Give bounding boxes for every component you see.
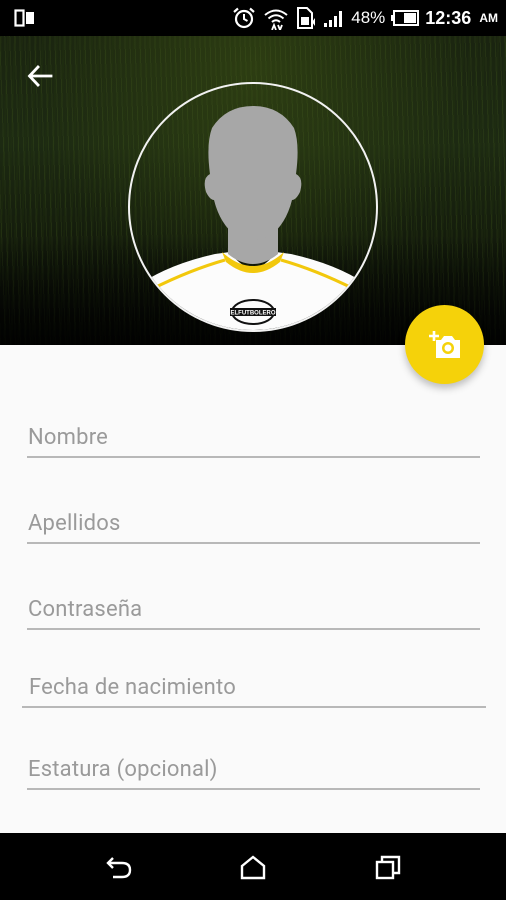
clock-ampm: AM (479, 11, 498, 25)
nav-back-button[interactable] (105, 853, 133, 881)
navigation-bar (0, 833, 506, 900)
nav-home-icon (240, 855, 266, 880)
add-photo-camera-icon (428, 330, 460, 358)
contrasena-field[interactable]: Contraseña (27, 584, 480, 630)
nav-recents-icon (375, 855, 401, 880)
estatura-field[interactable]: Estatura (opcional) (27, 744, 480, 790)
contrasena-label: Contraseña (28, 597, 143, 622)
arrow-back-icon (27, 65, 53, 87)
nav-home-button[interactable] (239, 853, 267, 881)
apellidos-label: Apellidos (28, 511, 121, 536)
avatar[interactable]: ELFUTBOLERO (128, 82, 378, 332)
back-button[interactable] (22, 58, 58, 94)
avatar-badge-text: ELFUTBOLERO (231, 311, 276, 317)
nav-back-icon (106, 857, 132, 879)
add-photo-button[interactable] (405, 305, 484, 384)
signal-icon (323, 8, 345, 28)
battery-percent: 48% (351, 8, 386, 27)
fecha-nacimiento-field[interactable]: Fecha de nacimiento (22, 662, 486, 708)
clock-time: 12:36 (425, 7, 472, 28)
status-bar: 48% 12:36 AM (0, 0, 506, 36)
profile-header: ELFUTBOLERO (0, 36, 506, 345)
nav-recents-button[interactable] (374, 853, 402, 881)
nombre-field[interactable]: Nombre (27, 412, 480, 458)
player-silhouette-avatar: ELFUTBOLERO (140, 106, 366, 330)
nombre-label: Nombre (28, 425, 109, 450)
device-icon (14, 9, 36, 27)
apellidos-field[interactable]: Apellidos (27, 498, 480, 544)
fecha-nacimiento-label: Fecha de nacimiento (29, 675, 236, 700)
sim-data-icon (295, 6, 317, 30)
alarm-icon (231, 6, 257, 30)
wifi-icon (263, 6, 289, 30)
battery-icon (391, 10, 420, 26)
estatura-label: Estatura (opcional) (28, 757, 218, 782)
